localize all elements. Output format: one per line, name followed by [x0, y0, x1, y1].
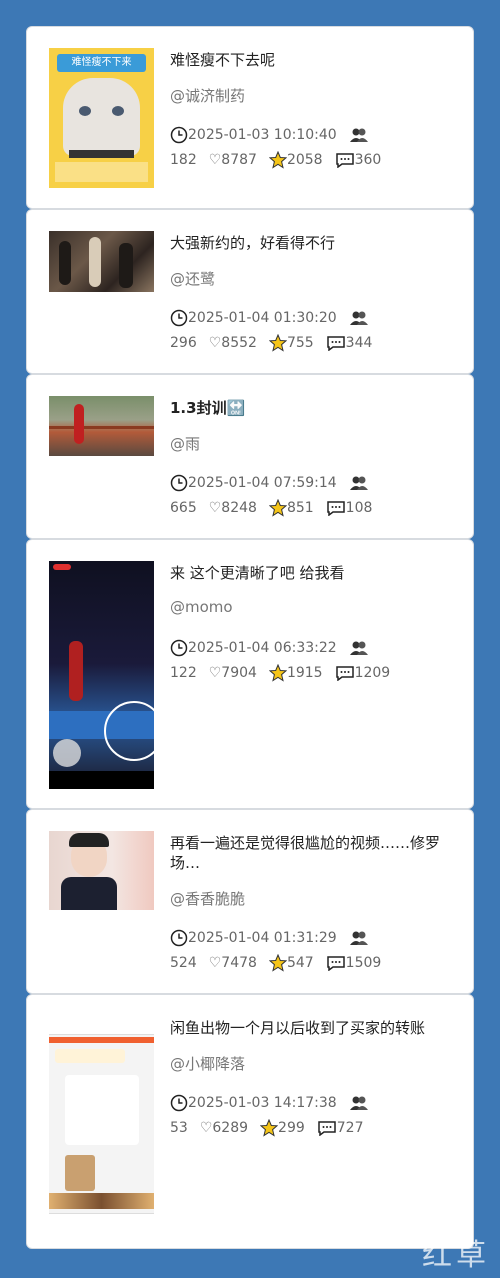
- heart-icon[interactable]: ♡: [209, 665, 222, 681]
- post-thumbnail[interactable]: [49, 231, 154, 292]
- post-comments: 1209: [354, 665, 391, 681]
- post-thumbnail[interactable]: [49, 831, 154, 910]
- post-meta-stats: 665 ♡ 8248 851 108: [170, 499, 372, 517]
- post-thumbnail[interactable]: 难怪瘦不下来: [49, 48, 154, 188]
- post-views: 122: [170, 665, 197, 681]
- thumbnail-caption: 难怪瘦不下来: [57, 54, 146, 72]
- post-author[interactable]: @momo: [170, 598, 233, 616]
- post-author[interactable]: @小椰降落: [170, 1053, 245, 1074]
- post-time: 2025-01-04 06:33:22: [188, 640, 337, 656]
- post-likes: 8248: [221, 500, 257, 516]
- post-thumbnail[interactable]: [49, 396, 154, 456]
- post-comments: 360: [354, 152, 382, 168]
- post-meta-stats: 524 ♡ 7478 547 1509: [170, 954, 381, 972]
- post-card[interactable]: 闲鱼出物一个月以后收到了买家的转账 @小椰降落 2025-01-03 14:17…: [26, 994, 474, 1249]
- post-meta-time: 2025-01-03 10:10:40: [170, 126, 369, 144]
- post-meta-stats: 296 ♡ 8552 755 344: [170, 334, 372, 352]
- post-author[interactable]: @还鹭: [170, 268, 215, 289]
- post-author[interactable]: @雨: [170, 433, 200, 454]
- users-icon: [349, 931, 368, 945]
- post-views: 296: [170, 335, 197, 351]
- post-author[interactable]: @诚济制药: [170, 85, 245, 106]
- post-likes: 8787: [221, 152, 257, 168]
- heart-icon[interactable]: ♡: [209, 500, 222, 516]
- post-views: 665: [170, 500, 197, 516]
- post-likes: 7904: [221, 665, 257, 681]
- post-title[interactable]: 难怪瘦不下去呢: [170, 50, 457, 70]
- star-icon[interactable]: [268, 499, 287, 517]
- users-icon: [349, 311, 368, 325]
- post-comments: 727: [336, 1120, 364, 1136]
- comment-icon[interactable]: [326, 955, 346, 971]
- post-list: 难怪瘦不下来 难怪瘦不下去呢 @诚济制药 2025-01-03 10:10:40…: [26, 26, 474, 1249]
- post-card[interactable]: 来 这个更清晰了吧 给我看 @momo 2025-01-04 06:33:22 …: [26, 539, 474, 809]
- post-views: 53: [170, 1120, 188, 1136]
- post-thumbnail[interactable]: [49, 1017, 154, 1227]
- post-comments: 1509: [345, 955, 382, 971]
- post-stars: 755: [286, 335, 314, 351]
- star-icon[interactable]: [260, 1119, 279, 1137]
- post-views: 182: [170, 152, 197, 168]
- heart-icon[interactable]: ♡: [209, 335, 222, 351]
- post-author[interactable]: @香香脆脆: [170, 888, 245, 909]
- star-icon[interactable]: [268, 664, 287, 682]
- star-icon[interactable]: [268, 151, 287, 169]
- watermark: 红草: [422, 1238, 490, 1273]
- comment-icon[interactable]: [335, 152, 355, 168]
- post-stars: 2058: [286, 152, 323, 168]
- post-time: 2025-01-04 01:31:29: [188, 930, 337, 946]
- users-icon: [349, 641, 368, 655]
- post-stars: 299: [278, 1120, 305, 1136]
- post-meta-time: 2025-01-04 06:33:22: [170, 639, 369, 657]
- comment-icon[interactable]: [326, 335, 346, 351]
- post-card[interactable]: 难怪瘦不下来 难怪瘦不下去呢 @诚济制药 2025-01-03 10:10:40…: [26, 26, 474, 209]
- post-title[interactable]: 再看一遍还是觉得很尴尬的视频……修罗场…: [170, 833, 457, 873]
- post-likes: 8552: [221, 335, 257, 351]
- post-likes: 6289: [212, 1120, 249, 1136]
- heart-icon[interactable]: ♡: [209, 152, 222, 168]
- post-time: 2025-01-03 10:10:40: [188, 127, 337, 143]
- post-meta-stats: 53 ♡ 6289 299 727: [170, 1119, 364, 1137]
- clock-icon: [170, 1094, 188, 1112]
- post-meta-time: 2025-01-04 07:59:14: [170, 474, 369, 492]
- post-thumbnail[interactable]: [49, 561, 154, 789]
- post-time: 2025-01-04 07:59:14: [188, 475, 337, 491]
- post-title[interactable]: 1.3封训🔛: [170, 398, 457, 418]
- post-time: 2025-01-03 14:17:38: [188, 1095, 337, 1111]
- post-title[interactable]: 闲鱼出物一个月以后收到了买家的转账: [170, 1018, 457, 1038]
- post-meta-time: 2025-01-04 01:30:20: [170, 309, 369, 327]
- clock-icon: [170, 474, 188, 492]
- post-stars: 547: [286, 955, 314, 971]
- comment-icon[interactable]: [317, 1120, 337, 1136]
- users-icon: [349, 476, 368, 490]
- post-views: 524: [170, 955, 197, 971]
- post-stars: 851: [286, 500, 314, 516]
- heart-icon[interactable]: ♡: [200, 1120, 213, 1136]
- clock-icon: [170, 639, 188, 657]
- clock-icon: [170, 309, 188, 327]
- heart-icon[interactable]: ♡: [209, 955, 222, 971]
- post-title[interactable]: 大强新约的，好看得不行: [170, 233, 457, 253]
- post-meta-stats: 122 ♡ 7904 1915 1209: [170, 664, 390, 682]
- star-icon[interactable]: [268, 954, 287, 972]
- post-likes: 7478: [221, 955, 257, 971]
- post-title[interactable]: 来 这个更清晰了吧 给我看: [170, 563, 457, 583]
- clock-icon: [170, 929, 188, 947]
- post-meta-stats: 182 ♡ 8787 2058 360: [170, 151, 381, 169]
- clock-icon: [170, 126, 188, 144]
- users-icon: [349, 128, 368, 142]
- post-time: 2025-01-04 01:30:20: [188, 310, 337, 326]
- post-card[interactable]: 再看一遍还是觉得很尴尬的视频……修罗场… @香香脆脆 2025-01-04 01…: [26, 809, 474, 994]
- star-icon[interactable]: [268, 334, 287, 352]
- post-meta-time: 2025-01-03 14:17:38: [170, 1094, 369, 1112]
- post-card[interactable]: 大强新约的，好看得不行 @还鹭 2025-01-04 01:30:20 296 …: [26, 209, 474, 374]
- post-comments: 108: [345, 500, 373, 516]
- comment-icon[interactable]: [326, 500, 346, 516]
- users-icon: [349, 1096, 368, 1110]
- comment-icon[interactable]: [335, 665, 355, 681]
- post-stars: 1915: [286, 665, 323, 681]
- post-meta-time: 2025-01-04 01:31:29: [170, 929, 369, 947]
- post-comments: 344: [345, 335, 373, 351]
- post-card[interactable]: 1.3封训🔛 @雨 2025-01-04 07:59:14 665 ♡ 8248…: [26, 374, 474, 539]
